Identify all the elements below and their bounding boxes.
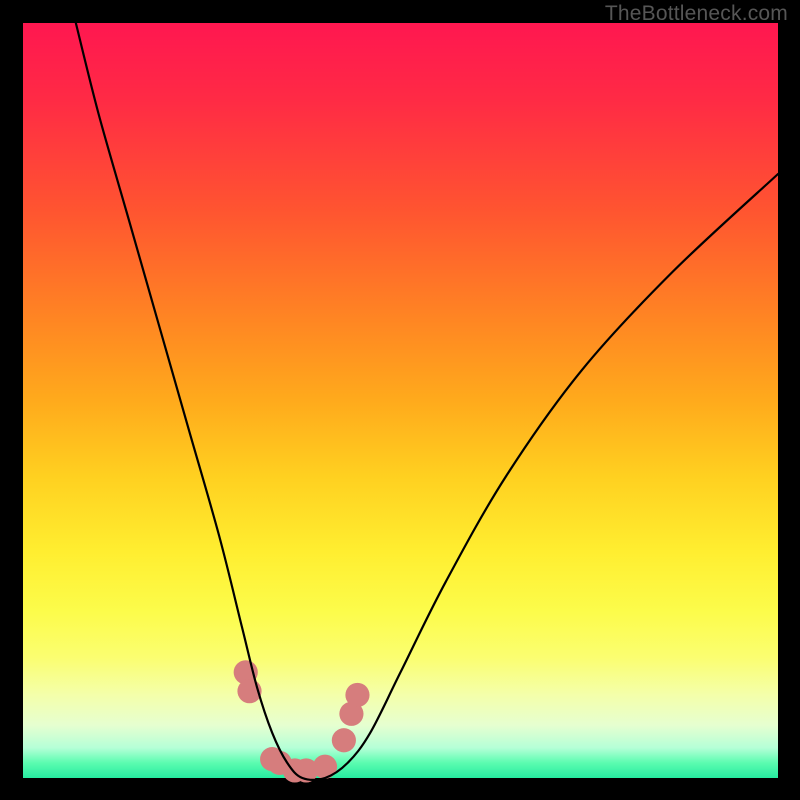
plot-area (23, 23, 778, 778)
watermark-text: TheBottleneck.com (605, 2, 788, 26)
bottleneck-marker (345, 683, 369, 707)
curve-layer (23, 23, 778, 778)
chart-container: TheBottleneck.com (0, 0, 800, 800)
bottleneck-marker (332, 728, 356, 752)
